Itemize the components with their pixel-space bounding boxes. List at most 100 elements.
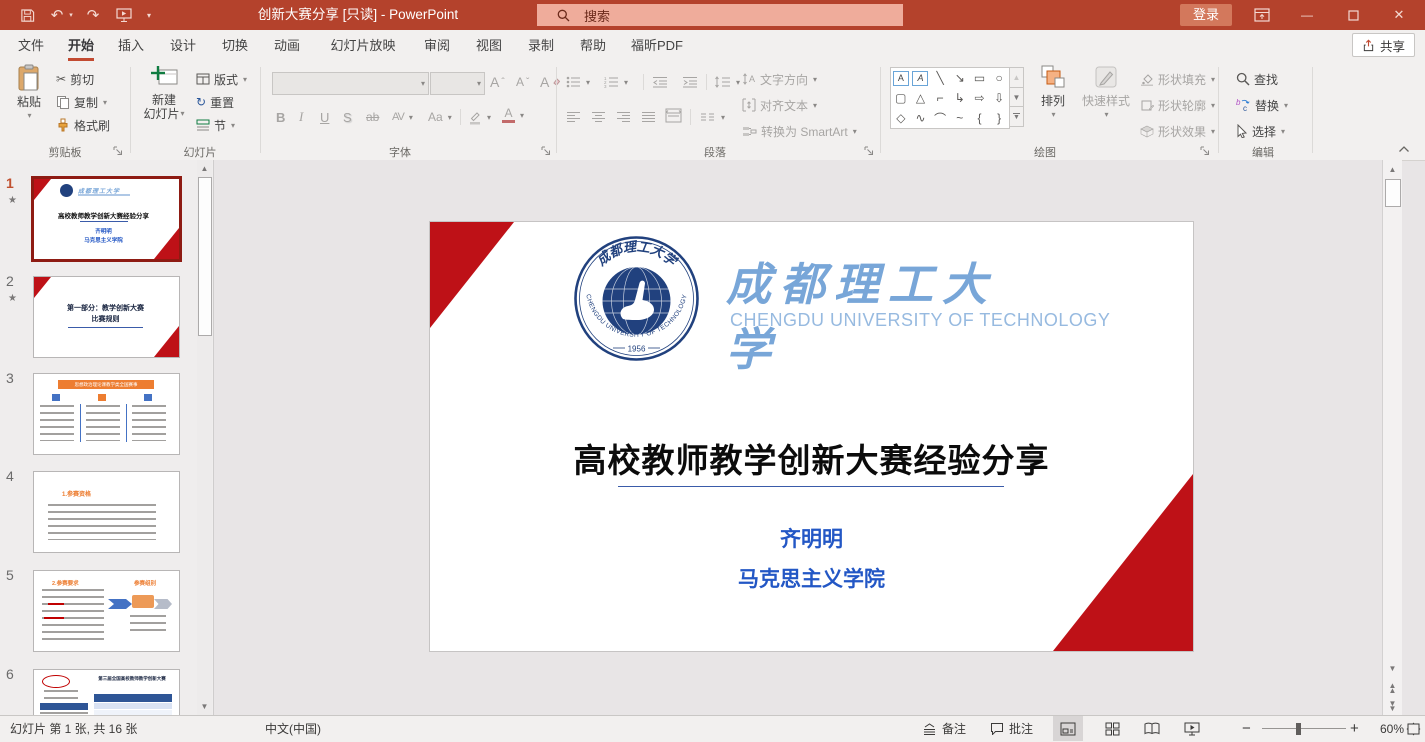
fit-slide-to-window-icon[interactable] <box>1406 716 1421 741</box>
layout-button[interactable]: 版式 ▾ <box>196 69 247 89</box>
canvas-scroll-down-icon[interactable]: ▼ <box>1383 660 1402 676</box>
bullets-button[interactable]: ▾ <box>566 72 590 92</box>
maximize-button[interactable] <box>1338 0 1368 30</box>
italic-button[interactable]: I <box>299 107 303 127</box>
undo-icon[interactable]: ↶ <box>46 0 68 30</box>
shapes-more-icon[interactable]: ▼ <box>1009 107 1024 127</box>
shapes-gallery-scrollbar[interactable]: ▲ ▼ ▼ <box>1009 67 1024 127</box>
clear-formatting-button[interactable]: A <box>540 72 560 92</box>
university-name-english[interactable]: CHENGDU UNIVERSITY OF TECHNOLOGY <box>730 310 1110 331</box>
reset-button[interactable]: ↻ 重置 <box>196 92 234 112</box>
shape-curve-icon[interactable]: ~ <box>951 109 969 127</box>
shape-left-brace-icon[interactable]: { <box>970 109 988 127</box>
thumbnail-scroll-down-icon[interactable]: ▼ <box>197 698 212 714</box>
align-center-button[interactable] <box>591 107 606 127</box>
slide-4-thumbnail[interactable]: 1.参赛资格 <box>33 471 180 553</box>
canvas-scrollbar-thumb[interactable] <box>1385 179 1401 207</box>
tab-review[interactable]: 审阅 <box>412 30 462 61</box>
thumbnail-scrollbar-thumb[interactable] <box>198 177 212 336</box>
convert-smartart-button[interactable]: 转换为 SmartArt ▾ <box>742 121 857 141</box>
share-button[interactable]: 共享 <box>1352 33 1415 57</box>
decrease-font-size-button[interactable]: Aˇ <box>516 72 529 92</box>
shape-scribble-icon[interactable]: ∿ <box>911 109 929 127</box>
tab-file[interactable]: 文件 <box>6 30 56 61</box>
copy-button[interactable]: 复制 ▾ <box>56 92 107 112</box>
tab-design[interactable]: 设计 <box>158 30 208 61</box>
vertical-textbox-icon[interactable]: A <box>912 71 928 86</box>
cut-button[interactable]: ✂ 剪切 <box>56 69 94 89</box>
tab-insert[interactable]: 插入 <box>106 30 156 61</box>
increase-font-size-button[interactable]: Aˆ <box>490 72 505 92</box>
font-dialog-launcher-icon[interactable] <box>541 146 551 156</box>
clipboard-dialog-launcher-icon[interactable] <box>113 146 123 156</box>
tab-slideshow[interactable]: 幻灯片放映 <box>314 30 412 61</box>
next-slide-button[interactable]: ▼▼ <box>1383 698 1402 714</box>
highlight-color-button[interactable]: ▾ <box>468 107 491 127</box>
slide-2-thumbnail[interactable]: 第一部分：教学创新大赛 比赛规则 <box>33 276 180 358</box>
tab-animations[interactable]: 动画 <box>262 30 312 61</box>
zoom-slider-thumb[interactable] <box>1296 723 1301 735</box>
paste-button[interactable]: 粘贴 ▾ <box>8 64 50 123</box>
shape-fill-button[interactable]: 形状填充 ▾ <box>1140 69 1215 89</box>
tab-help[interactable]: 帮助 <box>568 30 618 61</box>
slide-title[interactable]: 高校教师教学创新大赛经验分享 <box>430 434 1193 482</box>
login-button[interactable]: 登录 <box>1180 4 1232 26</box>
horizontal-textbox-icon[interactable]: A <box>893 71 909 86</box>
font-size-combobox[interactable]: ▾ <box>430 72 485 95</box>
save-icon[interactable] <box>14 0 40 30</box>
shape-rounded-rectangle-icon[interactable]: ▢ <box>892 89 910 107</box>
shape-effects-button[interactable]: 形状效果 ▾ <box>1140 121 1215 141</box>
notes-toggle-button[interactable]: 备注 <box>922 716 966 741</box>
slide-department-name[interactable]: 马克思主义学院 <box>430 563 1193 593</box>
shapes-gallery[interactable]: A A ╲ ↘ ▭ ○ ▢ △ ⌐ ↳ ⇨ ⇩ ◇ ∿ ⌒ ~ { } <box>890 67 1010 129</box>
slide-canvas[interactable]: 成都理工大学 CHENGDU UNIVERSITY OF TECHNOLOGY … <box>214 160 1401 715</box>
language-indicator[interactable]: 中文(中国) <box>265 716 321 741</box>
shape-right-arrow-icon[interactable]: ⇨ <box>970 89 988 107</box>
increase-indent-button[interactable] <box>682 72 698 92</box>
undo-dropdown-icon[interactable]: ▾ <box>66 0 76 30</box>
font-name-combobox[interactable]: ▾ <box>272 72 429 95</box>
columns-button[interactable]: ▾ <box>700 107 725 127</box>
search-input[interactable]: 搜索 <box>537 4 903 26</box>
university-seal-logo[interactable]: 成都理工大学 CHENGDU UNIVERSITY OF TECHNOLOGY … <box>573 235 700 362</box>
slide-corner-triangle-top-left[interactable] <box>430 222 514 328</box>
character-spacing-button[interactable]: AV▾ <box>392 107 412 127</box>
shape-line-icon[interactable]: ╲ <box>931 69 949 87</box>
shapes-scroll-down-icon[interactable]: ▼ <box>1009 88 1024 107</box>
bold-button[interactable]: B <box>276 107 285 127</box>
shape-down-arrow-icon[interactable]: ⇩ <box>990 89 1008 107</box>
slide-sorter-view-button[interactable] <box>1097 716 1127 741</box>
change-case-button[interactable]: Aa▾ <box>428 107 452 127</box>
customize-qat-icon[interactable]: ▾ <box>142 0 156 30</box>
slide-3-thumbnail[interactable]: 思想政治理论课教学类全国赛事 <box>33 373 180 455</box>
format-painter-button[interactable]: 格式刷 <box>56 115 110 135</box>
tab-home[interactable]: 开始 <box>56 30 106 61</box>
zoom-level[interactable]: 60% <box>1368 716 1404 741</box>
line-spacing-button[interactable]: ▾ <box>714 72 740 92</box>
quick-styles-button[interactable]: 快速样式 ▾ <box>1080 64 1132 122</box>
paragraph-dialog-launcher-icon[interactable] <box>864 146 874 156</box>
justify-button[interactable] <box>641 107 656 127</box>
distribute-text-button[interactable] <box>665 105 682 125</box>
decrease-indent-button[interactable] <box>652 72 668 92</box>
shape-line-arrow-icon[interactable]: ↘ <box>951 69 969 87</box>
tab-view[interactable]: 视图 <box>464 30 514 61</box>
tab-record[interactable]: 录制 <box>516 30 566 61</box>
redo-icon[interactable]: ↷ <box>82 0 104 30</box>
shape-arc-icon[interactable]: ⌒ <box>931 109 949 127</box>
reading-view-button[interactable] <box>1137 716 1167 741</box>
slideshow-view-button[interactable] <box>1177 716 1207 741</box>
align-text-button[interactable]: 对齐文本 ▾ <box>742 95 817 115</box>
section-button[interactable]: 节 ▾ <box>196 115 235 135</box>
font-color-button[interactable]: A ▾ <box>502 105 524 125</box>
zoom-out-button[interactable]: − <box>1242 716 1251 741</box>
underline-button[interactable]: U <box>320 107 329 127</box>
close-button[interactable]: ✕ <box>1384 0 1414 30</box>
shape-outline-button[interactable]: 形状轮廓 ▾ <box>1140 95 1215 115</box>
shape-freeform-icon[interactable]: ◇ <box>892 109 910 127</box>
zoom-slider-track[interactable] <box>1262 728 1346 729</box>
strikethrough-button[interactable]: ab <box>366 107 379 127</box>
text-shadow-button[interactable]: S <box>343 107 352 127</box>
canvas-scrollbar[interactable]: ▲ ▼ ▲▲ ▼▼ <box>1382 160 1402 715</box>
thumbnail-scrollbar[interactable]: ▲ ▼ <box>197 160 212 715</box>
